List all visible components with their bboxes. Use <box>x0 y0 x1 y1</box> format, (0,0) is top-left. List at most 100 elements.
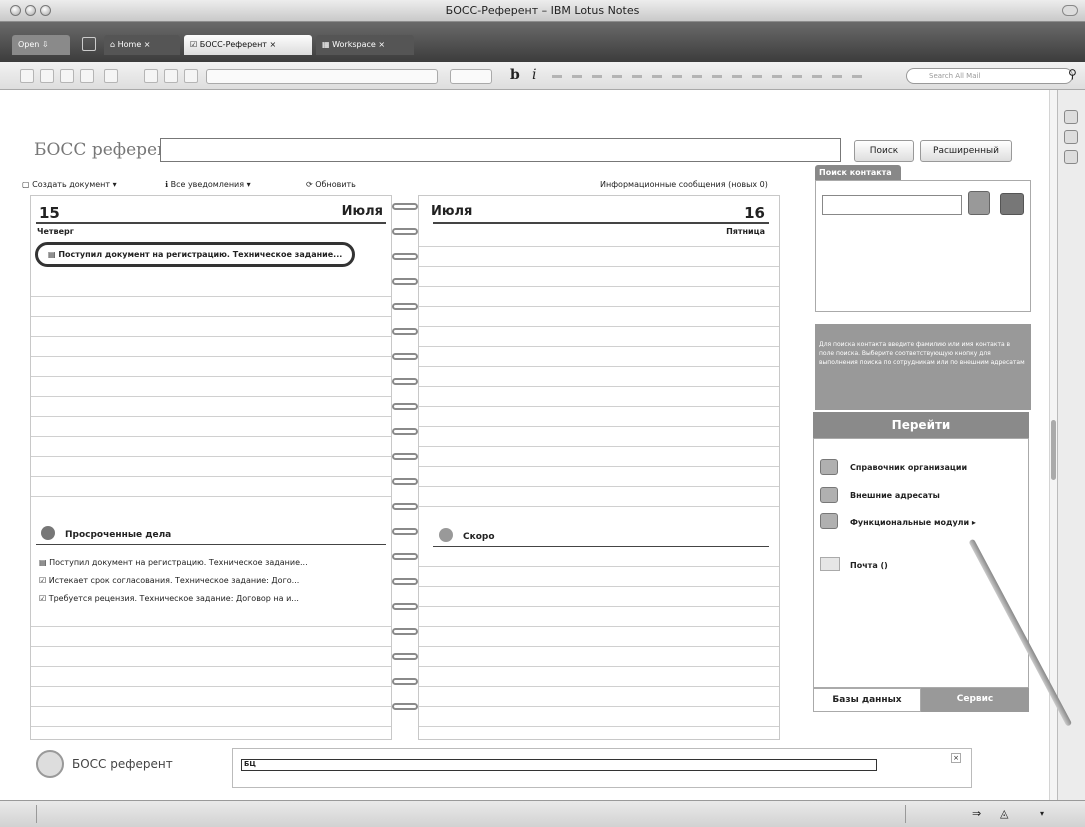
window-title: БОСС-Референт – IBM Lotus Notes <box>445 4 640 17</box>
clock-icon <box>41 526 55 540</box>
toolbar: b i Search All Mail ⚲ <box>0 62 1085 90</box>
close-icon[interactable]: × <box>378 40 385 49</box>
left-date-rule <box>36 222 386 224</box>
right-weekday: Пятница <box>726 227 765 236</box>
close-icon[interactable]: × <box>951 753 961 763</box>
progress-text: БЦ <box>244 760 256 768</box>
left-day-number: 15 <box>39 204 60 222</box>
contact-search-hint: Для поиска контакта введите фамилию или … <box>815 324 1031 410</box>
right-month: Июля <box>431 204 473 219</box>
refresh-icon: ⟳ <box>306 180 313 189</box>
contact-search-input[interactable] <box>822 195 962 215</box>
nav-item-functional-modules[interactable]: Функциональные модули ▸ <box>850 518 976 527</box>
mail-icon <box>820 557 840 571</box>
list-item-text: Требуется рецензия. Техническое задание:… <box>48 594 299 603</box>
progress-panel: БЦ × <box>232 748 972 788</box>
app-logo: БОСС референт <box>34 140 178 160</box>
info-icon: ℹ <box>165 180 169 189</box>
info-messages-link[interactable]: Информационные сообщения (новых 0) <box>600 180 768 189</box>
print-icon[interactable] <box>80 69 94 83</box>
notifications-menu[interactable]: ℹ Все уведомления ▾ <box>165 180 251 189</box>
toolbar-toggle-button[interactable] <box>1062 5 1078 16</box>
right-diary-page: Июля 16 Пятница Скоро <box>418 195 780 740</box>
footer-brand: БОСС референт <box>72 757 173 771</box>
goto-header: Перейти <box>813 412 1029 438</box>
bold-icon[interactable]: b <box>510 67 520 83</box>
status-icon[interactable]: ◬ <box>1000 807 1008 820</box>
formatting-icons[interactable] <box>552 75 868 78</box>
tab-home[interactable]: ⌂ Home × <box>104 35 180 55</box>
list-item-text: Поступил документ на регистрацию. Технич… <box>58 250 343 259</box>
search-button[interactable]: Поиск <box>854 140 914 162</box>
close-icon[interactable]: × <box>144 40 151 49</box>
dropdown-icon[interactable]: ▾ <box>1040 809 1044 818</box>
font-size-select[interactable] <box>450 69 492 84</box>
open-button[interactable]: Open ⇩ <box>12 35 70 55</box>
left-diary-page: 15 Июля Четверг ▤ Поступил документ на р… <box>30 195 392 740</box>
search-icon[interactable]: ⚲ <box>1068 67 1077 81</box>
overdue-rule <box>36 544 386 545</box>
tab-boss-referent[interactable]: ☑ БОСС-Референт × <box>184 35 312 55</box>
sidebar-calendar-icon[interactable] <box>1064 130 1078 144</box>
right-date-rule <box>433 222 769 224</box>
arrow-icon[interactable]: ⇒ <box>972 807 981 820</box>
tab-service[interactable]: Сервис <box>921 688 1029 712</box>
nav-item-mail[interactable]: Почта () <box>850 561 888 570</box>
save-icon[interactable] <box>144 69 158 83</box>
status-bar: ⇒ ◬ ▾ <box>0 800 1085 827</box>
nav-item-external-recipients[interactable]: Внешние адресаты <box>850 491 940 500</box>
progress-bar: БЦ <box>241 759 877 771</box>
search-all-mail-field[interactable]: Search All Mail <box>906 68 1073 84</box>
tab-workspace[interactable]: ▦ Workspace × <box>316 35 414 55</box>
list-item[interactable]: ☑ Истекает срок согласования. Техническо… <box>39 576 299 585</box>
tab-home-label: Home <box>117 40 142 49</box>
create-document-menu[interactable]: ▢ Создать документ ▾ <box>22 180 117 189</box>
copy-icon[interactable] <box>40 69 54 83</box>
right-sidebar <box>1057 90 1085 800</box>
list-item[interactable]: ☑ Требуется рецензия. Техническое задани… <box>39 594 299 603</box>
directory-icon <box>820 459 838 475</box>
tab-bar: Open ⇩ ⌂ Home × ☑ БОСС-Референт × ▦ Work… <box>0 22 1085 62</box>
sidebar-contacts-icon[interactable] <box>1064 150 1078 164</box>
refresh-button[interactable]: ⟳ Обновить <box>306 180 356 189</box>
printer-icon[interactable] <box>164 69 178 83</box>
left-weekday: Четверг <box>37 227 74 236</box>
font-family-select[interactable] <box>206 69 438 84</box>
nav-item-directory[interactable]: Справочник организации <box>850 463 967 472</box>
undo-icon[interactable] <box>104 69 118 83</box>
sidebar-info-icon[interactable] <box>1064 110 1078 124</box>
left-month: Июля <box>341 204 383 219</box>
modules-icon <box>820 513 838 529</box>
list-item-text: Истекает срок согласования. Техническое … <box>48 576 300 585</box>
tab-workspace-label: Workspace <box>332 40 376 49</box>
contact-search-tab[interactable]: Поиск контакта <box>815 165 901 180</box>
paste-icon[interactable] <box>60 69 74 83</box>
italic-icon[interactable]: i <box>532 67 536 83</box>
close-icon[interactable]: × <box>270 40 277 49</box>
status-message-area <box>36 805 906 823</box>
cut-icon[interactable] <box>20 69 34 83</box>
create-document-label: Создать документ ▾ <box>32 180 117 189</box>
scrollbar-thumb[interactable] <box>1051 420 1056 480</box>
hourglass-icon <box>439 528 453 542</box>
advanced-search-button[interactable]: Расширенный <box>920 140 1012 162</box>
overdue-title: Просроченные дела <box>65 530 172 540</box>
right-day-number: 16 <box>744 204 765 222</box>
new-tab-icon[interactable] <box>82 37 96 51</box>
soon-title: Скоро <box>463 532 495 542</box>
list-item[interactable]: ▤ Поступил документ на регистрацию. Техн… <box>35 242 356 267</box>
refresh-label: Обновить <box>315 180 356 189</box>
notifications-label: Все уведомления ▾ <box>170 180 251 189</box>
soon-rule <box>433 546 769 547</box>
title-bar: БОСС-Референт – IBM Lotus Notes <box>0 0 1085 22</box>
document-icon: ▢ <box>22 180 30 189</box>
external-search-icon[interactable] <box>1000 193 1024 215</box>
list-item-text: Поступил документ на регистрацию. Технич… <box>49 558 308 567</box>
globe-icon[interactable] <box>184 69 198 83</box>
main-search-input[interactable] <box>160 138 841 162</box>
contact-search-panel <box>815 180 1031 312</box>
tab-databases[interactable]: Базы данных <box>813 688 921 712</box>
list-item[interactable]: ▤ Поступил документ на регистрацию. Техн… <box>39 558 308 567</box>
brand-icon <box>36 750 64 778</box>
employees-search-icon[interactable] <box>968 191 990 215</box>
